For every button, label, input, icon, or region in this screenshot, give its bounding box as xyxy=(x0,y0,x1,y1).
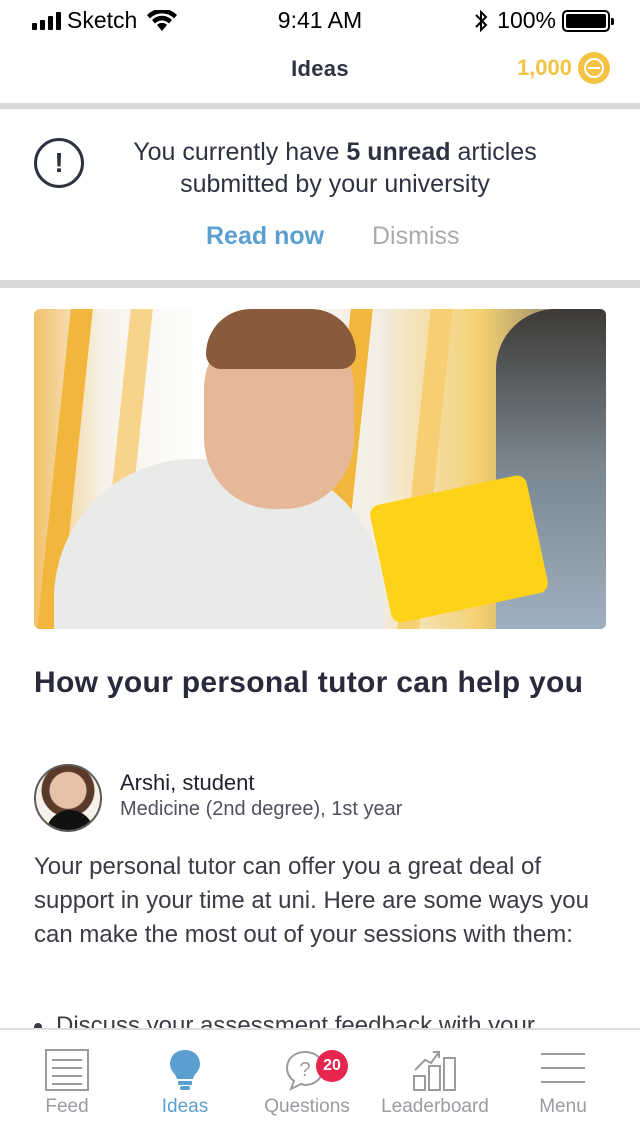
unread-notice: ! You currently have 5 unread articles s… xyxy=(0,110,640,280)
battery-percent: 100% xyxy=(497,7,556,33)
dismiss-button[interactable]: Dismiss xyxy=(372,222,460,251)
divider xyxy=(0,280,640,288)
alert-icon: ! xyxy=(34,138,84,188)
menu-icon xyxy=(541,1053,585,1083)
bluetooth-icon xyxy=(475,9,488,32)
feed-icon xyxy=(45,1049,89,1091)
avatar xyxy=(34,764,102,832)
article-body: Your personal tutor can offer you a grea… xyxy=(34,853,589,948)
tab-feed[interactable]: Feed xyxy=(0,1030,134,1136)
tab-label: Questions xyxy=(264,1096,350,1117)
leaderboard-icon xyxy=(413,1051,456,1091)
notice-text: You currently have 5 unread articles sub… xyxy=(133,138,537,198)
unread-count: 5 unread xyxy=(346,138,451,166)
article-hero-image[interactable] xyxy=(34,309,606,629)
tab-menu[interactable]: Menu xyxy=(496,1030,630,1136)
coin-balance-value: 1,000 xyxy=(516,55,572,80)
author-name: Arshi, student xyxy=(120,770,255,795)
article-author[interactable]: Arshi, student Medicine (2nd degree), 1s… xyxy=(34,764,606,834)
svg-text:?: ? xyxy=(299,1059,310,1081)
tab-leaderboard[interactable]: Leaderboard xyxy=(368,1030,502,1136)
status-right: 100% xyxy=(473,7,614,34)
coin-balance[interactable]: 1,000 xyxy=(517,52,610,84)
tab-label: Leaderboard xyxy=(381,1096,489,1117)
author-meta: Medicine (2nd degree), 1st year xyxy=(120,798,403,820)
article-title[interactable]: How your personal tutor can help you xyxy=(34,664,606,702)
tab-label: Feed xyxy=(45,1096,89,1117)
questions-badge: 20 xyxy=(316,1050,348,1082)
status-bar: Sketch 9:41 AM 100% xyxy=(0,0,640,40)
tab-ideas[interactable]: Ideas xyxy=(118,1030,252,1136)
nav-bar: Ideas 1,000 xyxy=(0,40,640,104)
lightbulb-icon xyxy=(170,1050,200,1090)
tab-questions[interactable]: ? 20 Questions xyxy=(240,1030,374,1136)
tab-label: Ideas xyxy=(161,1096,209,1117)
battery-icon xyxy=(562,9,614,32)
read-now-button[interactable]: Read now xyxy=(206,222,324,251)
tab-bar: Feed Ideas ? 20 Questions Leaderboard Me… xyxy=(0,1028,640,1136)
coin-icon xyxy=(578,52,610,84)
divider xyxy=(0,103,640,109)
tab-label: Menu xyxy=(539,1096,587,1117)
